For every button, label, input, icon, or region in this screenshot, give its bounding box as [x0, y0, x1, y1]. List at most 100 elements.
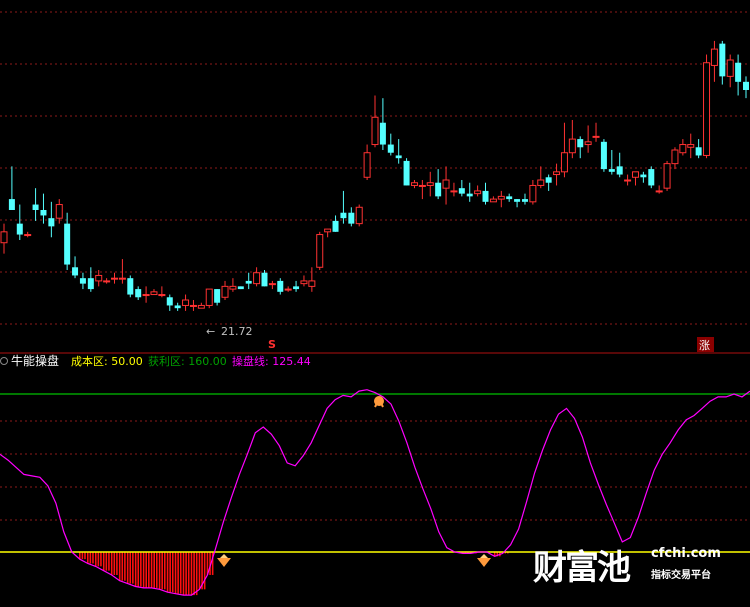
- candle-body: [703, 62, 711, 156]
- candle-body: [355, 206, 363, 225]
- indicator-collapse-icon[interactable]: [0, 357, 8, 365]
- candle-body: [663, 163, 671, 189]
- candle-body: [695, 147, 702, 156]
- candle-body: [0, 231, 8, 244]
- candle-body: [166, 297, 173, 306]
- candle-body: [568, 138, 576, 154]
- candle-body: [537, 179, 545, 186]
- candle-body: [529, 184, 537, 203]
- candle-body: [545, 177, 552, 183]
- candle-body: [253, 272, 261, 285]
- candle-body: [560, 152, 568, 173]
- candle-body: [316, 234, 324, 268]
- candle-body: [182, 299, 190, 306]
- price-annotations: 21.72 ← S 涨: [206, 325, 714, 352]
- indicator-header: 牛能操盘 成本区: 50.00 获利区: 160.00 操盘线: 125.44: [0, 353, 311, 368]
- candle-body: [95, 274, 103, 282]
- sell-signal-icon: [374, 396, 384, 408]
- candle-body: [450, 190, 458, 193]
- candle-body: [482, 190, 489, 202]
- candle-body: [648, 169, 655, 186]
- candle-body: [150, 291, 158, 296]
- operation-line-label: 操盘线: 125.44: [232, 354, 311, 368]
- chart-grid: [0, 11, 750, 325]
- candle-body: [24, 234, 32, 237]
- candle-body: [655, 190, 663, 193]
- candle-body: [16, 223, 23, 235]
- candle-body: [726, 59, 734, 77]
- candle-body: [221, 285, 229, 298]
- candle-body: [103, 280, 111, 283]
- candle-body: [743, 81, 749, 90]
- zhang-marker: 涨: [699, 339, 710, 352]
- candle-body: [679, 144, 687, 154]
- candle-body: [363, 152, 371, 178]
- candle-body: [631, 171, 639, 178]
- candle-body: [32, 204, 39, 210]
- candle-body: [379, 122, 386, 145]
- candle-body: [197, 304, 205, 309]
- watermark: 财富池 cfchi.com 指标交易平台: [533, 540, 750, 602]
- cost-zone-label: 成本区: 50.00: [71, 354, 143, 368]
- candle-body: [640, 174, 647, 178]
- candle-body: [348, 212, 355, 224]
- candle-body: [72, 267, 79, 276]
- s-marker: S: [268, 338, 276, 351]
- candle-body: [332, 220, 339, 232]
- candle-body: [142, 294, 150, 297]
- candle-body: [261, 272, 268, 287]
- candle-body: [584, 141, 592, 146]
- candle-body: [8, 199, 15, 210]
- watermark-subtitle: 指标交易平台: [651, 570, 711, 581]
- candle-body: [340, 212, 347, 219]
- candle-body: [514, 199, 521, 202]
- candle-body: [624, 179, 632, 182]
- candle-body: [466, 193, 473, 197]
- candle-body: [592, 135, 600, 138]
- candle-body: [616, 166, 623, 175]
- candle-body: [710, 48, 718, 66]
- candle-body: [506, 196, 513, 200]
- indicator-title: 牛能操盘: [11, 353, 59, 368]
- candle-body: [300, 280, 308, 285]
- candle-body: [268, 283, 276, 286]
- candle-body: [158, 294, 166, 297]
- candle-body: [189, 304, 197, 307]
- candle-body: [64, 223, 71, 265]
- candle-body: [600, 141, 607, 170]
- candle-body: [111, 277, 119, 280]
- stock-chart: 21.72 ← S 涨 牛能操盘 成本区: 50.00 获利区: 160.00 …: [0, 11, 750, 596]
- watermark-url: cfchi.com: [651, 546, 721, 561]
- watermark-logo: 财富池: [533, 548, 631, 588]
- candle-body: [48, 218, 55, 227]
- candle-body: [324, 228, 332, 233]
- candle-body: [458, 188, 465, 194]
- candle-body: [671, 149, 679, 165]
- candle-body: [245, 280, 252, 284]
- candle-body: [410, 182, 418, 186]
- candle-body: [442, 179, 450, 189]
- candle-body: [553, 171, 561, 176]
- candle-body: [426, 182, 434, 186]
- candle-body: [489, 198, 497, 203]
- candle-body: [127, 278, 134, 295]
- candle-body: [735, 62, 742, 82]
- indicator-grid: [0, 420, 750, 521]
- candle-body: [174, 305, 181, 309]
- candle-body: [118, 277, 126, 280]
- min-price-label: 21.72: [221, 325, 253, 338]
- candle-body: [521, 199, 528, 202]
- candlestick-series: [0, 40, 749, 311]
- profit-zone-label: 获利区: 160.00: [148, 355, 227, 368]
- candle-body: [403, 160, 410, 186]
- candle-body: [277, 280, 284, 292]
- candle-body: [79, 278, 86, 284]
- candle-body: [371, 116, 379, 146]
- candle-body: [435, 182, 442, 197]
- candle-body: [687, 144, 695, 148]
- candle-body: [205, 288, 213, 306]
- candle-body: [474, 190, 482, 195]
- candle-body: [293, 286, 300, 290]
- candle-body: [308, 280, 316, 287]
- buy-signal-icon: [477, 554, 491, 567]
